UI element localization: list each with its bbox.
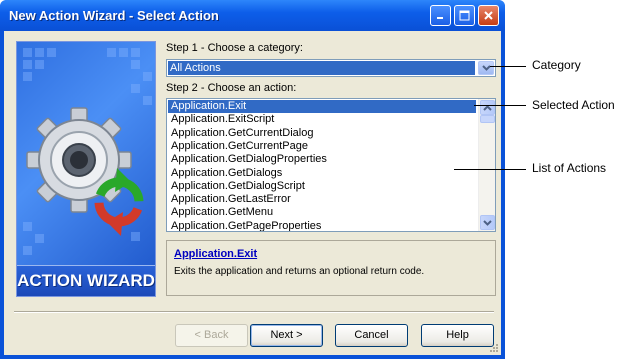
wizard-banner: ACTION WIZARD xyxy=(16,41,156,297)
selected-action-callout: Selected Action xyxy=(532,98,615,112)
category-value: All Actions xyxy=(168,61,475,75)
close-button[interactable] xyxy=(478,5,499,26)
back-button[interactable]: < Back xyxy=(175,324,248,347)
action-help-link[interactable]: Application.Exit xyxy=(174,248,257,260)
banner-title: ACTION WIZARD xyxy=(17,265,155,296)
cancel-button[interactable]: Cancel xyxy=(335,324,408,347)
list-of-actions-callout-line xyxy=(454,169,526,170)
action-list-item[interactable]: Application.GetDialogScript xyxy=(168,180,476,193)
action-list-item[interactable]: Application.ExitScript xyxy=(168,113,476,126)
resize-grip-icon[interactable] xyxy=(489,343,499,353)
category-dropdown[interactable]: All Actions xyxy=(166,59,496,77)
action-list-item[interactable]: Application.Exit xyxy=(168,100,476,113)
maximize-icon xyxy=(459,10,470,21)
scroll-up-button[interactable] xyxy=(480,100,495,115)
close-icon xyxy=(484,11,493,20)
dropdown-button[interactable] xyxy=(478,61,494,75)
help-button[interactable]: Help xyxy=(421,324,494,347)
action-list-item[interactable]: Application.GetLastError xyxy=(168,193,476,206)
category-callout-line xyxy=(490,66,526,67)
action-list-item[interactable]: Application.GetDialogs xyxy=(168,167,476,180)
scroll-down-button[interactable] xyxy=(480,215,495,230)
action-list-item[interactable]: Application.GetMenu xyxy=(168,206,476,219)
chevron-down-icon xyxy=(483,219,492,226)
wizard-window: New Action Wizard - Select Action ACTION… xyxy=(0,0,505,359)
category-callout: Category xyxy=(532,58,581,72)
action-list-item[interactable]: Application.GetCurrentDialog xyxy=(168,127,476,140)
step1-label: Step 1 - Choose a category: xyxy=(166,42,303,54)
divider xyxy=(14,311,494,313)
vertical-scrollbar[interactable] xyxy=(478,99,495,231)
gear-icon xyxy=(26,107,132,213)
action-list[interactable]: Application.Exit Application.ExitScript Ap… xyxy=(166,98,496,232)
banner-graphic xyxy=(23,48,152,255)
title-bar[interactable]: New Action Wizard - Select Action xyxy=(0,0,505,31)
step2-label: Step 2 - Choose an action: xyxy=(166,82,297,94)
selected-action-callout-line xyxy=(474,105,526,106)
action-description: Exits the application and returns an opt… xyxy=(174,266,425,277)
action-list-item[interactable]: Application.GetPageProperties xyxy=(168,220,476,231)
next-button[interactable]: Next > xyxy=(250,324,323,347)
minimize-button[interactable] xyxy=(430,5,451,26)
minimize-icon xyxy=(437,17,443,19)
window-title: New Action Wizard - Select Action xyxy=(9,8,219,23)
dialog-body: ACTION WIZARD Step 1 - Choose a category… xyxy=(4,31,501,355)
action-description-panel: Application.Exit Exits the application a… xyxy=(166,240,496,296)
maximize-button[interactable] xyxy=(454,5,475,26)
action-list-item[interactable]: Application.GetCurrentPage xyxy=(168,140,476,153)
action-list-item[interactable]: Application.GetDialogProperties xyxy=(168,153,476,166)
scroll-thumb[interactable] xyxy=(480,115,495,123)
list-of-actions-callout: List of Actions xyxy=(532,161,607,175)
